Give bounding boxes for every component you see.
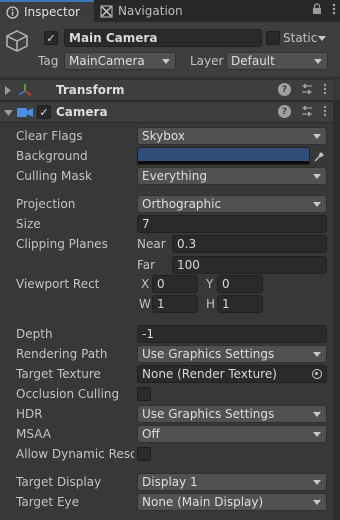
depth-label: Depth (16, 327, 53, 341)
allow-dynamic-resolution-label: Allow Dynamic Resol (16, 447, 134, 461)
component-menu-icon[interactable] (323, 83, 327, 95)
msaa-dropdown[interactable]: Off (137, 425, 327, 443)
clipping-planes-label: Clipping Planes (16, 237, 108, 251)
collapse-arrow-icon[interactable] (4, 109, 13, 117)
near-input[interactable]: 0.3 (172, 235, 327, 253)
rendering-path-label: Rendering Path (16, 347, 108, 361)
clear-flags-dropdown[interactable]: Skybox (137, 127, 327, 145)
projection-dropdown[interactable]: Orthographic (137, 195, 327, 213)
static-dropdown-icon[interactable] (318, 36, 326, 42)
allow-dynamic-resolution-checkbox[interactable] (137, 447, 151, 461)
transform-title: Transform (56, 83, 125, 97)
depth-input[interactable]: -1 (137, 325, 327, 343)
tab-inspector-label: Inspector (24, 5, 80, 19)
tab-navigation[interactable]: Navigation (94, 0, 194, 22)
culling-mask-dropdown[interactable]: Everything (137, 167, 327, 185)
target-display-label: Target Display (16, 475, 102, 489)
projection-label: Projection (16, 197, 76, 211)
near-label: Near (137, 237, 166, 251)
more-options-icon[interactable] (332, 3, 336, 15)
viewport-h-label: H (206, 297, 216, 311)
static-checkbox[interactable] (266, 31, 280, 45)
camera-title: Camera (56, 105, 108, 119)
size-label: Size (16, 217, 41, 231)
occlusion-culling-checkbox[interactable] (137, 387, 151, 401)
target-eye-dropdown[interactable]: None (Main Display) (137, 493, 327, 511)
tab-navigation-label: Navigation (118, 4, 183, 18)
object-name-input[interactable]: Main Camera (64, 29, 262, 47)
target-texture-field[interactable]: None (Render Texture) (137, 365, 327, 383)
info-icon (6, 5, 19, 19)
far-input[interactable]: 100 (172, 256, 327, 274)
scrollbar[interactable] (333, 100, 340, 520)
help-icon[interactable]: ? (278, 105, 291, 118)
clear-flags-label: Clear Flags (16, 129, 83, 143)
viewport-w-input[interactable]: 1 (152, 295, 198, 313)
culling-mask-label: Culling Mask (16, 169, 92, 183)
transform-axis-icon (18, 84, 32, 96)
target-eye-label: Target Eye (16, 495, 80, 509)
active-checkbox[interactable]: ✓ (44, 31, 58, 45)
hdr-label: HDR (16, 407, 43, 421)
camera-component-header[interactable]: ✓ Camera ? (0, 101, 333, 123)
help-icon[interactable]: ? (278, 83, 291, 96)
eyedropper-icon[interactable] (310, 147, 328, 165)
background-color-field[interactable] (137, 147, 310, 165)
object-header: ✓ Main Camera Static Tag MainCamera Laye… (0, 22, 340, 78)
presets-icon[interactable] (301, 105, 313, 117)
tab-inspector[interactable]: Inspector (0, 0, 94, 22)
transform-component-header[interactable]: Transform ? (0, 79, 333, 101)
target-display-dropdown[interactable]: Display 1 (137, 473, 327, 491)
viewport-y-input[interactable]: 0 (217, 275, 263, 293)
object-picker-icon[interactable] (312, 369, 322, 379)
viewport-h-input[interactable]: 1 (217, 295, 263, 313)
layer-dropdown[interactable]: Default (226, 52, 328, 70)
static-label: Static (283, 31, 318, 45)
alpha-bar (138, 161, 309, 164)
far-label: Far (137, 258, 156, 272)
tab-bar-controls (312, 3, 336, 15)
camera-enabled-checkbox[interactable]: ✓ (37, 105, 51, 119)
camera-icon (17, 108, 33, 117)
msaa-label: MSAA (16, 427, 51, 441)
viewport-x-input[interactable]: 0 (152, 275, 198, 293)
tag-label: Tag (38, 54, 59, 68)
component-menu-icon[interactable] (323, 105, 327, 117)
expand-arrow-icon[interactable] (4, 86, 12, 95)
viewport-w-label: W (139, 297, 151, 311)
camera-actions: ? (278, 105, 327, 118)
layer-label: Layer (190, 54, 224, 68)
gameobject-cube-icon (6, 30, 28, 52)
occlusion-culling-label: Occlusion Culling (16, 387, 120, 401)
presets-icon[interactable] (301, 83, 313, 95)
tab-bar: Inspector Navigation (0, 0, 340, 22)
background-label: Background (16, 149, 88, 163)
size-input[interactable]: 7 (137, 215, 327, 233)
viewport-y-label: Y (206, 277, 214, 291)
viewport-x-label: X (141, 277, 150, 291)
transform-actions: ? (278, 83, 327, 96)
target-texture-label: Target Texture (16, 367, 101, 381)
tag-dropdown[interactable]: MainCamera (64, 52, 176, 70)
hdr-dropdown[interactable]: Use Graphics Settings (137, 405, 327, 423)
viewport-rect-label: Viewport Rect (16, 277, 100, 291)
lock-icon[interactable] (312, 3, 322, 15)
navigation-icon (100, 5, 113, 17)
rendering-path-dropdown[interactable]: Use Graphics Settings (137, 345, 327, 363)
